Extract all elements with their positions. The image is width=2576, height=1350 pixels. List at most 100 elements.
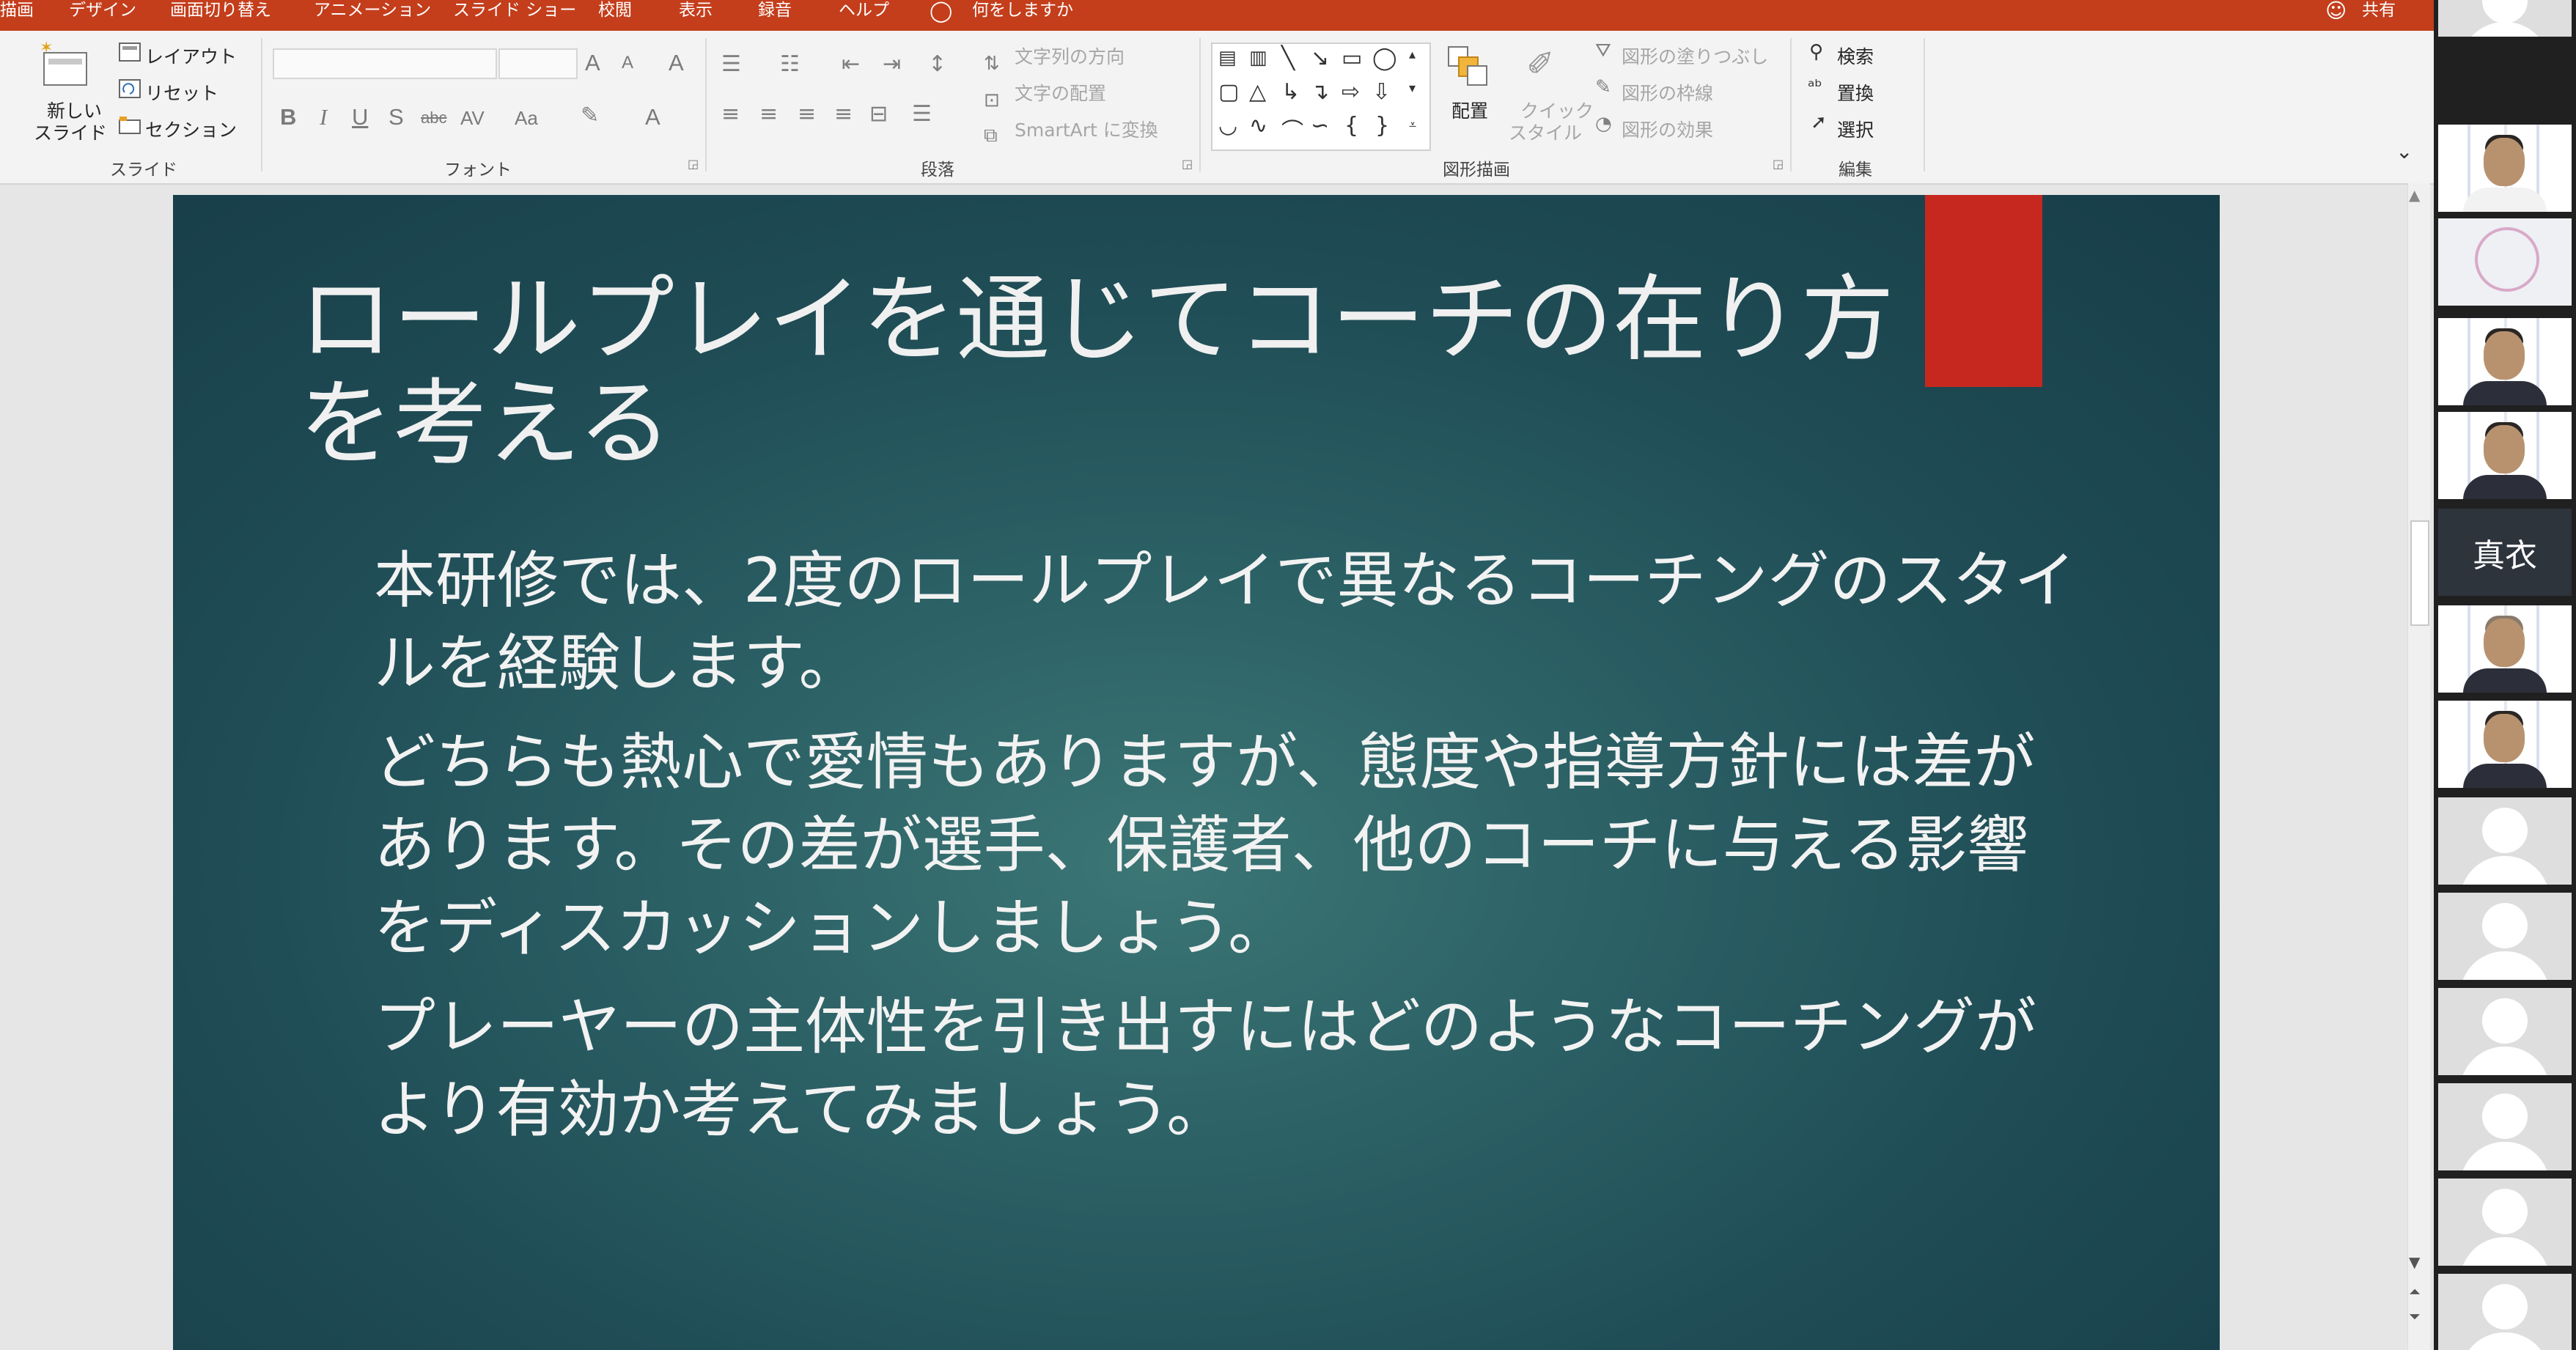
- tab-draw[interactable]: 描画: [0, 0, 34, 22]
- italic-button[interactable]: I: [320, 104, 327, 130]
- slide-body[interactable]: 本研修では、2度のロールプレイで異なるコーチングのスタイルを経験します。 どちら…: [374, 539, 2089, 1168]
- paragraph-dialog-launcher-icon[interactable]: ◲: [1182, 157, 1193, 171]
- font-increase-icon[interactable]: A: [585, 50, 600, 76]
- layout-button[interactable]: レイアウト: [145, 43, 237, 69]
- slide-title[interactable]: ロールプレイを通じてコーチの在り方を考える: [299, 268, 1934, 476]
- tab-design[interactable]: デザイン: [69, 0, 136, 22]
- tab-slideshow[interactable]: スライド ショー: [453, 0, 576, 22]
- collapse-ribbon-icon[interactable]: ⌄: [2396, 139, 2413, 163]
- person-icon[interactable]: ☺: [2325, 0, 2347, 23]
- tab-review[interactable]: 校閲: [598, 0, 632, 22]
- line-spacing-icon[interactable]: ↕: [928, 51, 946, 77]
- decrease-indent-icon[interactable]: ⇤: [842, 51, 860, 77]
- distributed-icon[interactable]: ⊟: [869, 101, 888, 127]
- font-dialog-launcher-icon[interactable]: ◲: [688, 157, 699, 171]
- participant-tile[interactable]: [2438, 1083, 2572, 1170]
- down-arrow-icon[interactable]: ⇩: [1372, 79, 1391, 105]
- reset-button[interactable]: リセット: [145, 79, 218, 106]
- curve-icon[interactable]: ∽: [1311, 113, 1329, 139]
- triangle-icon[interactable]: △: [1249, 79, 1266, 105]
- participant-video-tile[interactable]: [2438, 412, 2572, 499]
- connector-icon[interactable]: ↳: [1281, 79, 1300, 105]
- font-name-dropdown[interactable]: [273, 48, 497, 79]
- font-decrease-icon[interactable]: A: [622, 53, 633, 73]
- participant-tile[interactable]: [2438, 1179, 2572, 1266]
- elbow-connector-icon[interactable]: ↴: [1311, 79, 1329, 105]
- freeform-icon[interactable]: ◡: [1218, 113, 1237, 139]
- underline-button[interactable]: U: [352, 104, 368, 130]
- shape-effects-button[interactable]: 図形の効果: [1622, 116, 1713, 142]
- shadow-button[interactable]: S: [389, 104, 404, 130]
- text-direction-button[interactable]: 文字列の方向: [1015, 43, 1125, 69]
- align-center-icon[interactable]: ≡: [759, 101, 778, 127]
- align-left-icon[interactable]: ≡: [721, 101, 740, 127]
- participant-tile[interactable]: [2438, 893, 2572, 980]
- gallery-down-icon[interactable]: ▾: [1409, 81, 1416, 96]
- previous-slide-icon[interactable]: ⏶: [2409, 1283, 2421, 1300]
- scroll-down-icon[interactable]: ▼: [2409, 1253, 2420, 1271]
- oval-icon[interactable]: ◯: [1372, 45, 1397, 71]
- participant-tile[interactable]: [2438, 1274, 2572, 1350]
- tell-me-search[interactable]: 何をしますか: [972, 0, 1073, 22]
- arrange-button[interactable]: 配置: [1451, 97, 1488, 123]
- change-case-button[interactable]: Aa: [515, 107, 538, 130]
- tab-transitions[interactable]: 画面切り替え: [170, 0, 271, 22]
- tab-view[interactable]: 表示: [679, 0, 713, 22]
- align-right-icon[interactable]: ≡: [798, 101, 816, 127]
- columns-icon[interactable]: ☰: [912, 101, 932, 127]
- increase-indent-icon[interactable]: ⇥: [883, 51, 901, 77]
- char-spacing-button[interactable]: AV: [460, 107, 485, 130]
- select-button[interactable]: 選択: [1837, 116, 1874, 142]
- textbox-icon[interactable]: ▤: [1218, 47, 1237, 69]
- participant-name-tile[interactable]: 真衣: [2438, 509, 2572, 596]
- rounded-rect-icon[interactable]: ▢: [1218, 79, 1239, 105]
- share-button[interactable]: 共有: [2362, 0, 2396, 22]
- slide-canvas[interactable]: ロールプレイを通じてコーチの在り方を考える 本研修では、2度のロールプレイで異な…: [173, 195, 2220, 1350]
- align-text-button[interactable]: 文字の配置: [1015, 79, 1106, 106]
- right-brace-icon[interactable]: }: [1375, 113, 1389, 139]
- participant-logo-tile[interactable]: [2438, 218, 2572, 306]
- gallery-up-icon[interactable]: ▴: [1409, 47, 1416, 62]
- right-arrow-icon[interactable]: ⇨: [1342, 79, 1360, 105]
- new-slide-label-2[interactable]: スライド: [34, 119, 107, 145]
- new-slide-icon[interactable]: ✶: [38, 39, 94, 89]
- justify-icon[interactable]: ≡: [834, 101, 853, 127]
- participant-tile[interactable]: [2438, 988, 2572, 1075]
- shape-fill-button[interactable]: 図形の塗りつぶし: [1622, 43, 1768, 69]
- participant-video-tile[interactable]: [2438, 125, 2572, 212]
- smartart-button[interactable]: SmartArt に変換: [1015, 116, 1158, 142]
- arrange-icon[interactable]: [1446, 44, 1490, 88]
- line-icon[interactable]: ╲: [1281, 45, 1295, 71]
- shapes-gallery[interactable]: ▤ ▥ ╲ ↘ ▭ ◯ ▢ △ ↳ ↴ ⇨ ⇩ ◡ ∿ ⌒ ∽ { } ▴ ▾ …: [1211, 43, 1431, 151]
- lightbulb-icon[interactable]: ◯: [930, 0, 952, 23]
- font-color-button[interactable]: A: [645, 104, 660, 130]
- participant-tile[interactable]: [2438, 797, 2572, 885]
- highlight-icon[interactable]: ✎: [581, 103, 599, 128]
- participant-video-tile[interactable]: [2438, 318, 2572, 405]
- shape-outline-button[interactable]: 図形の枠線: [1622, 79, 1713, 106]
- bold-button[interactable]: B: [280, 104, 296, 130]
- rectangle-icon[interactable]: ▭: [1342, 45, 1362, 71]
- bullets-icon[interactable]: ☰: [721, 51, 741, 77]
- vertical-scrollbar[interactable]: [2407, 183, 2430, 1350]
- arc-icon[interactable]: ⌒: [1281, 113, 1303, 145]
- participant-video-tile[interactable]: [2438, 701, 2572, 788]
- arrow-line-icon[interactable]: ↘: [1311, 45, 1329, 71]
- clear-format-icon[interactable]: A: [669, 50, 684, 76]
- tab-record[interactable]: 録音: [758, 0, 792, 22]
- vertical-textbox-icon[interactable]: ▥: [1249, 47, 1267, 69]
- replace-button[interactable]: 置換: [1837, 79, 1874, 106]
- quick-styles-button-2[interactable]: スタイル: [1509, 119, 1582, 145]
- scrollbar-thumb[interactable]: [2410, 520, 2429, 626]
- numbering-icon[interactable]: ☷: [780, 51, 800, 77]
- tab-help[interactable]: ヘルプ: [839, 0, 889, 22]
- strikethrough-button[interactable]: abc: [421, 108, 446, 128]
- section-button[interactable]: セクション: [145, 116, 237, 142]
- gallery-more-icon[interactable]: ⩡: [1409, 117, 1416, 133]
- drawing-dialog-launcher-icon[interactable]: ◲: [1773, 157, 1784, 171]
- left-brace-icon[interactable]: {: [1344, 113, 1358, 139]
- scribble-icon[interactable]: ∿: [1249, 113, 1267, 139]
- font-size-dropdown[interactable]: [498, 48, 578, 79]
- participant-tile[interactable]: [2438, 0, 2572, 37]
- participant-video-tile[interactable]: [2438, 605, 2572, 693]
